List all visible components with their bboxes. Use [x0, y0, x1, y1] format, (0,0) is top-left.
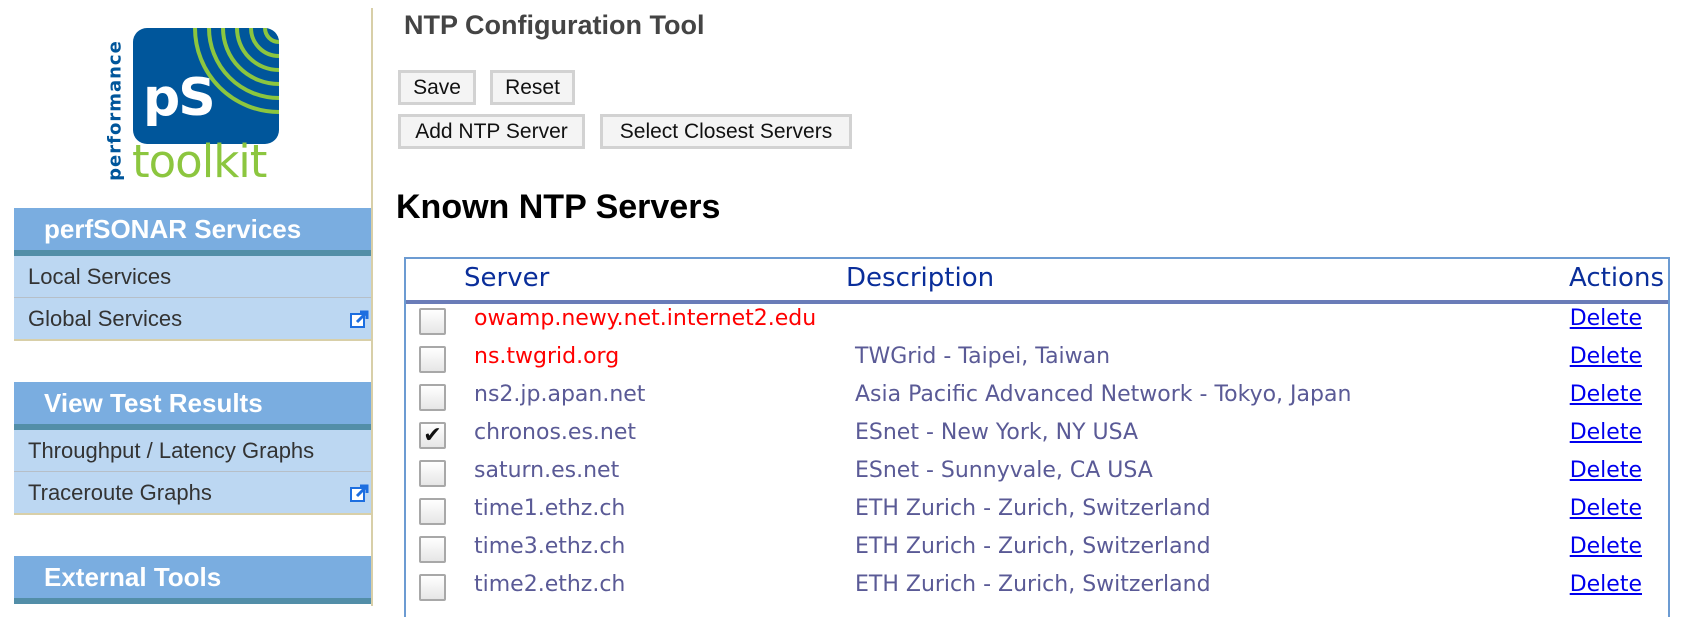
save-button[interactable]: Save	[398, 70, 476, 105]
server-name: ns.twgrid.org	[474, 344, 620, 369]
delete-link[interactable]: Delete	[1570, 534, 1642, 559]
reset-button[interactable]: Reset	[490, 70, 575, 105]
server-description: ETH Zurich - Zurich, Switzerland	[855, 496, 1211, 521]
server-checkbox[interactable]	[419, 574, 446, 601]
sidebar-item-label: Global Services	[28, 306, 183, 331]
table-row: saturn.es.net ESnet - Sunnyvale, CA USA De…	[406, 456, 1668, 494]
sidebar-item-label: Traceroute Graphs	[28, 480, 212, 505]
delete-link[interactable]: Delete	[1570, 382, 1642, 407]
page-title: NTP Configuration Tool	[404, 10, 705, 40]
nav-list: Throughput / Latency Graphs Traceroute G…	[14, 430, 372, 515]
sidebar-item-label: Throughput / Latency Graphs	[28, 438, 315, 463]
table-header: Server Description Actions	[406, 259, 1668, 304]
table-row: time3.ethz.ch ETH Zurich - Zurich, Switze…	[406, 532, 1668, 570]
delete-link[interactable]: Delete	[1570, 420, 1642, 445]
server-description: TWGrid - Taipei, Taiwan	[855, 344, 1111, 369]
server-name: saturn.es.net	[474, 458, 620, 483]
logo-mark: pS	[133, 28, 279, 144]
logo-performance-text: performance	[104, 40, 126, 181]
delete-link[interactable]: Delete	[1570, 344, 1642, 369]
server-checkbox[interactable]	[419, 346, 446, 373]
select-closest-servers-button[interactable]: Select Closest Servers	[600, 114, 852, 149]
nav-header: External Tools	[14, 556, 372, 604]
sidebar-item-local-services[interactable]: Local Services	[14, 256, 372, 297]
server-description: ETH Zurich - Zurich, Switzerland	[855, 534, 1211, 559]
nav-section-perfsonar-services: perfSONAR Services Local Services Global…	[14, 208, 372, 341]
column-header-server: Server	[464, 263, 550, 293]
column-header-description: Description	[846, 263, 995, 293]
table-row: ns.twgrid.org TWGrid - Taipei, Taiwan Dele…	[406, 342, 1668, 380]
server-description: ETH Zurich - Zurich, Switzerland	[855, 572, 1211, 597]
table-row: time1.ethz.ch ETH Zurich - Zurich, Switze…	[406, 494, 1668, 532]
checkmark-icon: ✔	[423, 422, 442, 447]
server-checkbox[interactable]	[419, 460, 446, 487]
sidebar-item-label: Local Services	[28, 264, 172, 289]
table-row: time2.ethz.ch ETH Zurich - Zurich, Switze…	[406, 570, 1668, 608]
known-ntp-servers-heading: Known NTP Servers	[396, 188, 721, 226]
server-name: time2.ethz.ch	[474, 572, 626, 597]
server-checkbox[interactable]	[419, 498, 446, 525]
delete-link[interactable]: Delete	[1570, 572, 1642, 597]
nav-list: Local Services Global Services	[14, 256, 372, 341]
logo-ps-text: pS	[143, 68, 216, 128]
delete-link[interactable]: Delete	[1570, 458, 1642, 483]
nav-header: perfSONAR Services	[14, 208, 372, 256]
table-row: ✔ chronos.es.net ESnet - New York, NY USA D…	[406, 418, 1668, 456]
delete-link[interactable]: Delete	[1570, 496, 1642, 521]
add-ntp-server-button[interactable]: Add NTP Server	[398, 114, 585, 149]
sidebar: pS performance toolkit perfSONAR Service…	[0, 0, 372, 606]
external-link-icon	[350, 310, 369, 328]
delete-link[interactable]: Delete	[1570, 306, 1642, 331]
column-header-actions: Actions	[1569, 263, 1664, 293]
sidebar-item-traceroute-graphs[interactable]: Traceroute Graphs	[14, 471, 372, 513]
server-name: chronos.es.net	[474, 420, 637, 445]
server-name: time1.ethz.ch	[474, 496, 626, 521]
server-checkbox[interactable]	[419, 384, 446, 411]
table-row: owamp.newy.net.internet2.edu Delete	[406, 304, 1668, 342]
sidebar-item-throughput-latency-graphs[interactable]: Throughput / Latency Graphs	[14, 430, 372, 471]
logo-toolkit-text: toolkit	[132, 135, 267, 188]
server-name: ns2.jp.apan.net	[474, 382, 646, 407]
nav-section-view-test-results: View Test Results Throughput / Latency G…	[14, 382, 372, 515]
server-checkbox[interactable]: ✔	[419, 422, 446, 449]
external-link-icon	[350, 484, 369, 502]
server-description: ESnet - New York, NY USA	[855, 420, 1139, 445]
server-description: Asia Pacific Advanced Network - Tokyo, J…	[855, 382, 1352, 407]
sidebar-item-global-services[interactable]: Global Services	[14, 297, 372, 339]
server-name: time3.ethz.ch	[474, 534, 626, 559]
nav-header: View Test Results	[14, 382, 372, 430]
perfsonar-toolkit-logo[interactable]: pS performance toolkit	[104, 26, 284, 196]
main-content: NTP Configuration Tool Save Reset Add NT…	[372, 0, 1684, 617]
ntp-servers-table: Server Description Actions owamp.newy.ne…	[404, 257, 1670, 617]
server-checkbox[interactable]	[419, 536, 446, 563]
server-description: ESnet - Sunnyvale, CA USA	[855, 458, 1153, 483]
nav-section-external-tools: External Tools	[14, 556, 372, 604]
server-name: owamp.newy.net.internet2.edu	[474, 306, 817, 331]
server-checkbox[interactable]	[419, 308, 446, 335]
table-row: ns2.jp.apan.net Asia Pacific Advanced Net…	[406, 380, 1668, 418]
